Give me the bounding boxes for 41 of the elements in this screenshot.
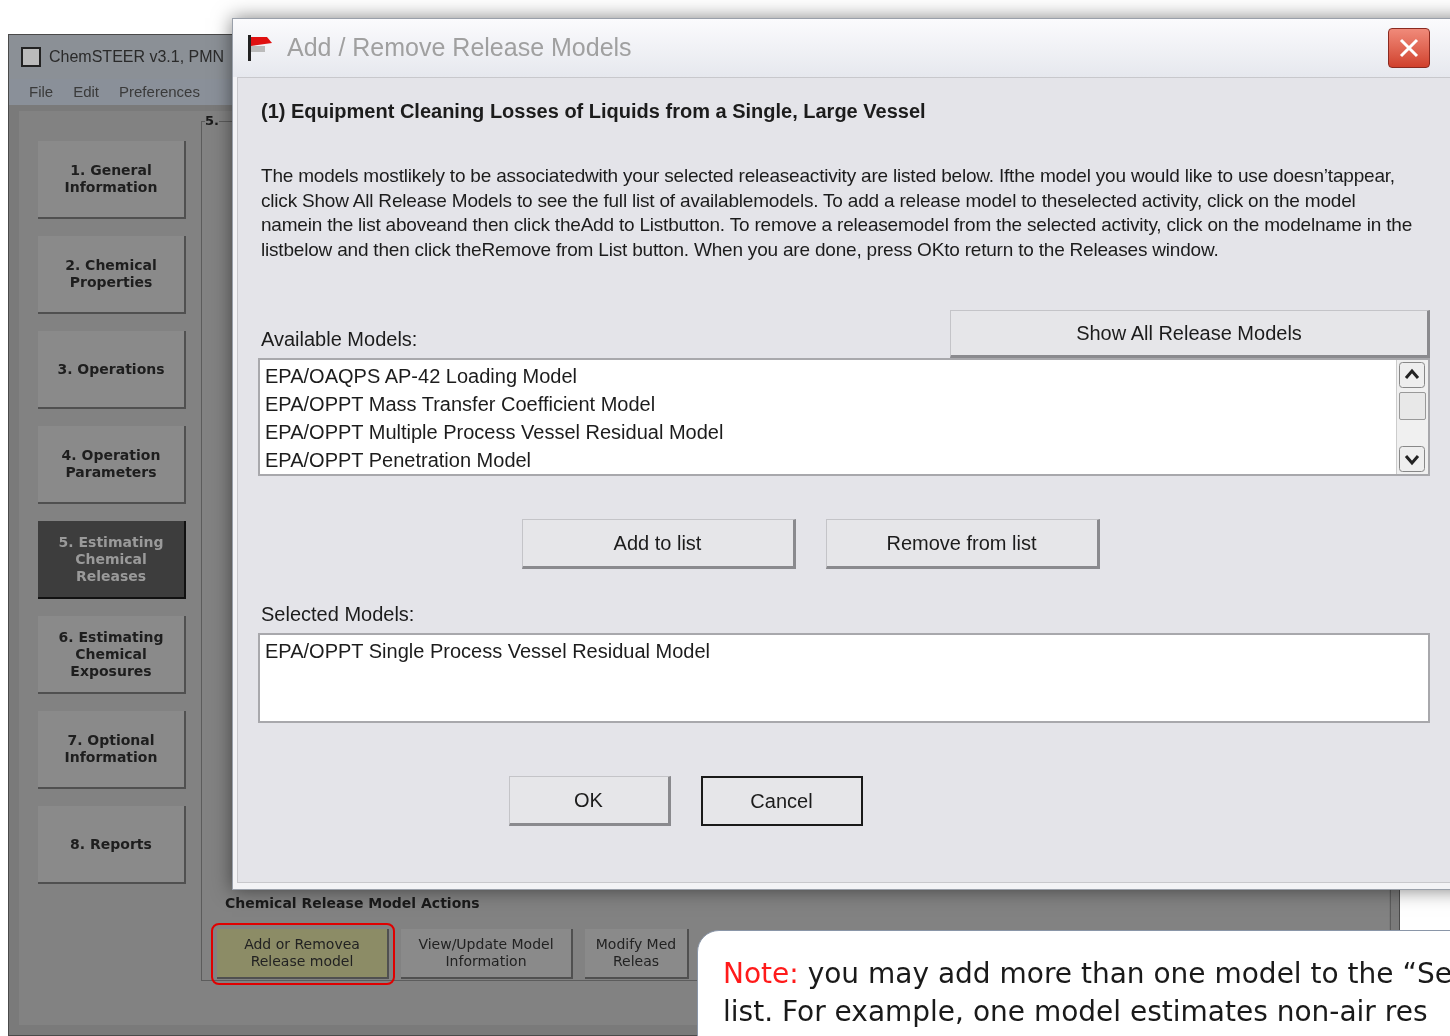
list-item[interactable]: EPA/OPPT Mass Transfer Coefficient Model (265, 390, 1396, 418)
scroll-up-icon[interactable] (1399, 362, 1425, 388)
dialog-title: Add / Remove Release Models (287, 32, 632, 64)
step-button[interactable]: 1. General Information (38, 141, 186, 219)
step-button[interactable]: 3. Operations (38, 331, 186, 409)
close-button[interactable] (1388, 28, 1430, 68)
scroll-down-icon[interactable] (1399, 446, 1425, 472)
actions-title: Chemical Release Model Actions (225, 894, 480, 913)
note-text: list. For example, one model estimates non-air res (723, 994, 1429, 1030)
note-text: Note: you may add more than one model to the “Se (723, 956, 1450, 992)
list-item[interactable]: EPA/OPPT Multiple Process Vessel Residual Model (265, 418, 1396, 446)
scroll-thumb[interactable] (1399, 392, 1426, 420)
dialog-heading: (1) Equipment Cleaning Losses of Liquids from a Single, Large Vessel (261, 99, 927, 124)
cancel-button[interactable]: Cancel (700, 776, 863, 826)
selected-models-label: Selected Models: (261, 602, 416, 627)
step-button[interactable]: 8. Reports (38, 806, 186, 884)
list-item[interactable]: EPA/OAQPS AP-42 Loading Model (265, 362, 1396, 390)
list-item[interactable]: EPA/OPPT Penetration Model (265, 446, 1396, 474)
step-button[interactable]: 4. Operation Parameters (38, 426, 186, 504)
app-icon (21, 47, 41, 67)
flag-icon (245, 33, 275, 63)
menu-item[interactable]: Preferences (119, 80, 200, 104)
menu-item[interactable]: Edit (73, 80, 100, 104)
action-button[interactable]: Add or Removea Release model (217, 929, 389, 979)
step-button[interactable]: 6. Estimating Chemical Exposures (38, 616, 186, 694)
step-button[interactable]: 5. Estimating Chemical Releases (38, 521, 186, 599)
remove-from-list-button[interactable]: Remove from list (825, 519, 1100, 569)
show-all-button[interactable]: Show All Release Models (950, 310, 1430, 358)
step-button[interactable]: 7. Optional Information (38, 711, 186, 789)
ok-button[interactable]: OK (508, 776, 671, 826)
step-button[interactable]: 2. Chemical Properties (38, 236, 186, 314)
menu-item[interactable]: File (29, 80, 54, 104)
close-icon (1398, 37, 1420, 59)
action-button[interactable]: Modify Med Releas (585, 929, 689, 979)
action-button[interactable]: View/Update Model Information (401, 929, 573, 979)
scrollbar[interactable] (1396, 360, 1428, 474)
instructions-text: The models mostlikely to be associatedwith your selected releaseactivity are listed below. Ifthe model you would like to use doesn’tappear, click Show All Release Models to see the full list of availablemodels. To add a release model to theselected activity, click on the model namein the list aboveand then click theAdd to Listbutton. To remove a releasemodel from the selected activity, click on the modelname in the listbelow and then click theRemove from List button. When you are done, press OKto return to the Releases window. (261, 164, 1413, 262)
available-models-label: Available Models: (261, 327, 418, 352)
add-to-list-button[interactable]: Add to list (521, 519, 796, 569)
window-title: ChemSTEER v3.1, PMN (49, 47, 225, 67)
list-item[interactable]: EPA/OPPT Single Process Vessel Residual Model (265, 637, 1428, 665)
